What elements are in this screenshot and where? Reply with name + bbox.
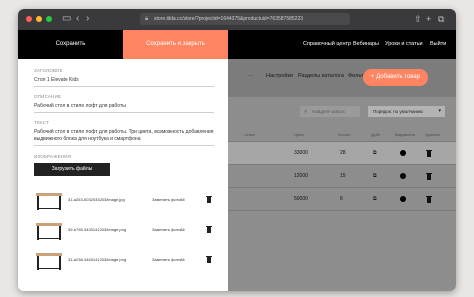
new-tab-icon[interactable]: + (426, 13, 431, 25)
title-input[interactable]: Стол 1 Elevate Kids (34, 77, 79, 84)
sort-value: Порядок: по умолчанию (373, 109, 423, 114)
replace-photo-button[interactable]: Заменить фото (152, 197, 181, 202)
lessons-link[interactable]: Уроки и статьи (385, 30, 423, 59)
image-filename: 31-a238-4463141203/image.png (68, 257, 127, 262)
tabs-overview-icon[interactable]: ⧉ (438, 13, 444, 25)
description-label: Описание (34, 94, 62, 99)
divider (228, 210, 456, 211)
table-row[interactable]: 12000 15 ⧉ (228, 165, 456, 187)
catalog-area-dimmed: ··· Настройки Разделы каталога Фильтры +… (228, 59, 456, 291)
description-input[interactable]: Рабочий стол в стиле лофт для работы (34, 103, 126, 110)
save-button[interactable]: Сохранить (18, 30, 123, 59)
duplicate-icon[interactable]: ⧉ (373, 150, 377, 156)
image-filename: 39-b795-3433141203/image.png (68, 227, 127, 232)
header-duplicate: Дубл (371, 132, 381, 137)
title-label: Заголовок (34, 68, 63, 73)
back-arrow-icon[interactable]: ‹ (76, 13, 79, 25)
title-underline (34, 86, 214, 87)
logout-link[interactable]: Выйти (430, 30, 446, 59)
table-thumbnail-icon (36, 193, 62, 210)
text-line-2: выдвижного блока для ноутбука и смартфон… (34, 136, 141, 142)
duplicate-icon[interactable]: ⧉ (373, 196, 377, 202)
image-row: 31-a238-4463141203/image.png Заменить фо… (34, 247, 214, 273)
table-row[interactable]: 50000 6 ⧉ (228, 188, 456, 210)
visibility-dot-icon[interactable] (400, 150, 406, 156)
text-line-1: Рабочий стол в стиле лофт для работы. Тр… (34, 129, 214, 135)
add-product-button[interactable]: + Добавить товар (363, 69, 428, 86)
description-underline (34, 112, 214, 113)
webinars-link[interactable]: Вебинары (353, 30, 379, 59)
more-menu-icon[interactable]: ··· (248, 73, 254, 79)
visibility-dot-icon[interactable] (400, 196, 406, 202)
qty-cell: 15 (340, 173, 346, 179)
trash-icon[interactable] (206, 225, 212, 233)
forward-arrow-icon[interactable]: › (86, 13, 89, 25)
catalog-sections-link[interactable]: Разделы каталога (298, 73, 344, 79)
table-thumbnail-icon (36, 253, 62, 270)
minimize-window-button[interactable] (36, 16, 42, 22)
lock-icon: 🔒︎ (145, 16, 149, 22)
header-qty: Кол-во (338, 132, 351, 137)
search-icon: ⚲ (304, 109, 308, 114)
text-label: Текст (34, 120, 50, 125)
trash-icon[interactable] (426, 172, 432, 180)
alt-button[interactable]: Alt (180, 227, 185, 232)
table-row[interactable]: 33000 28 ⧉ (228, 142, 456, 164)
settings-link[interactable]: Настройки (266, 73, 293, 79)
help-center-link[interactable]: Справочный центр (303, 30, 351, 59)
trash-icon[interactable] (426, 149, 432, 157)
price-cell: 12000 (294, 173, 308, 179)
url-text: store.tilda.cc/store/?projectid=1644375&… (154, 16, 303, 22)
qty-cell: 6 (340, 196, 343, 202)
maximize-window-button[interactable] (46, 16, 52, 22)
image-row: 31-a263-6032533203/image.jpg Заменить фо… (34, 187, 214, 213)
header-name: ...нных (242, 132, 255, 137)
share-icon[interactable]: ⇧ (414, 13, 422, 25)
sidebar-toggle-icon[interactable]: ▭ (62, 13, 71, 25)
save-and-close-button[interactable]: Сохранить и закрыть (123, 30, 228, 59)
chevron-down-icon: ▾ (438, 108, 441, 114)
upload-files-button[interactable]: Загрузить файлы (34, 163, 110, 176)
sort-select[interactable]: Порядок: по умолчанию ▾ (368, 106, 445, 117)
header-visibility: Видимость (395, 132, 416, 137)
alt-button[interactable]: Alt (180, 197, 185, 202)
search-input[interactable]: ⚲ Найдите запрос (300, 106, 360, 117)
header-delete: Удалить (425, 132, 441, 137)
replace-photo-button[interactable]: Заменить фото (152, 227, 181, 232)
images-label: Изображения (34, 154, 72, 159)
trash-icon[interactable] (206, 255, 212, 263)
replace-photo-button[interactable]: Заменить фото (152, 257, 181, 262)
qty-cell: 28 (340, 150, 346, 156)
top-bar: Сохранить Сохранить и закрыть Справочный… (18, 30, 456, 59)
trash-icon[interactable] (426, 195, 432, 203)
product-editor-panel: Заголовок Стол 1 Elevate Kids Описание Р… (18, 59, 228, 291)
header-price: Цена (294, 132, 304, 137)
table-thumbnail-icon (36, 223, 62, 240)
visibility-dot-icon[interactable] (400, 173, 406, 179)
browser-chrome: ▭ ‹ › 🔒︎ store.tilda.cc/store/?projectid… (18, 9, 456, 30)
catalog-subnav: ··· Настройки Разделы каталога Фильтры +… (228, 59, 456, 97)
image-row: 39-b795-3433141203/image.png Заменить фо… (34, 217, 214, 243)
text-underline (34, 145, 214, 146)
image-filename: 31-a263-6032533203/image.jpg (68, 197, 125, 202)
alt-button[interactable]: Alt (180, 257, 185, 262)
browser-window: ▭ ‹ › 🔒︎ store.tilda.cc/store/?projectid… (18, 9, 456, 291)
close-window-button[interactable] (26, 16, 32, 22)
duplicate-icon[interactable]: ⧉ (373, 173, 377, 179)
search-placeholder: Найдите запрос (312, 109, 346, 114)
trash-icon[interactable] (206, 195, 212, 203)
price-cell: 50000 (294, 196, 308, 202)
address-bar[interactable]: 🔒︎ store.tilda.cc/store/?projectid=16443… (140, 13, 350, 25)
price-cell: 33000 (294, 150, 308, 156)
text-input[interactable]: Рабочий стол в стиле лофт для работы. Тр… (34, 129, 214, 143)
